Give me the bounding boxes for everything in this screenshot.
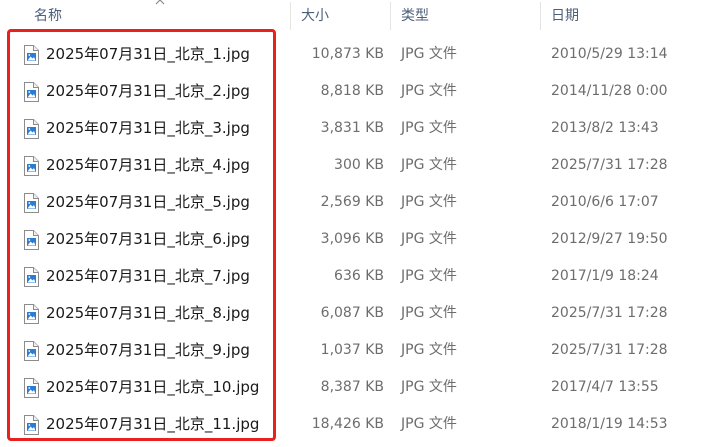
file-name: 2025年07月31日_北京_2.jpg bbox=[46, 82, 250, 100]
column-header-size[interactable]: 大小 bbox=[301, 0, 329, 32]
file-date: 2018/1/19 14:53 bbox=[551, 416, 668, 432]
jpg-file-icon bbox=[23, 193, 39, 213]
jpg-file-icon bbox=[23, 304, 39, 324]
file-type: JPG 文件 bbox=[401, 83, 457, 99]
file-size: 1,037 KB bbox=[320, 342, 384, 358]
file-date: 2010/6/6 17:07 bbox=[551, 194, 659, 210]
column-divider[interactable] bbox=[290, 2, 291, 30]
file-size: 10,873 KB bbox=[311, 46, 384, 62]
file-type: JPG 文件 bbox=[401, 268, 457, 284]
jpg-file-icon bbox=[23, 341, 39, 361]
file-name: 2025年07月31日_北京_8.jpg bbox=[46, 304, 250, 322]
file-type: JPG 文件 bbox=[401, 194, 457, 210]
file-row[interactable]: 2025年07月31日_北京_10.jpg 8,387 KB JPG 文件 2017/… bbox=[0, 369, 720, 406]
file-row[interactable]: 2025年07月31日_北京_6.jpg 3,096 KB JPG 文件 2012/9… bbox=[0, 221, 720, 258]
file-row[interactable]: 2025年07月31日_北京_4.jpg 300 KB JPG 文件 2025/7/3… bbox=[0, 147, 720, 184]
file-row[interactable]: 2025年07月31日_北京_7.jpg 636 KB JPG 文件 2017/1/9… bbox=[0, 258, 720, 295]
jpg-file-icon bbox=[23, 415, 39, 435]
file-date: 2017/4/7 13:55 bbox=[551, 379, 659, 395]
file-date: 2025/7/31 17:28 bbox=[551, 157, 668, 173]
file-name: 2025年07月31日_北京_6.jpg bbox=[46, 230, 250, 248]
file-row[interactable]: 2025年07月31日_北京_11.jpg 18,426 KB JPG 文件 2018… bbox=[0, 406, 720, 443]
file-name: 2025年07月31日_北京_4.jpg bbox=[46, 156, 250, 174]
file-row[interactable]: 2025年07月31日_北京_9.jpg 1,037 KB JPG 文件 2025/7… bbox=[0, 332, 720, 369]
column-header-type[interactable]: 类型 bbox=[401, 0, 429, 32]
jpg-file-icon bbox=[23, 267, 39, 287]
file-date: 2014/11/28 0:00 bbox=[551, 83, 668, 99]
file-type: JPG 文件 bbox=[401, 157, 457, 173]
file-name: 2025年07月31日_北京_1.jpg bbox=[46, 45, 250, 63]
file-name: 2025年07月31日_北京_3.jpg bbox=[46, 119, 250, 137]
jpg-file-icon bbox=[23, 119, 39, 139]
file-date: 2013/8/2 13:43 bbox=[551, 120, 659, 136]
file-row[interactable]: 2025年07月31日_北京_8.jpg 6,087 KB JPG 文件 2025/7… bbox=[0, 295, 720, 332]
file-size: 8,387 KB bbox=[320, 379, 384, 395]
file-row[interactable]: 2025年07月31日_北京_5.jpg 2,569 KB JPG 文件 2010/6… bbox=[0, 184, 720, 221]
column-divider[interactable] bbox=[540, 2, 541, 30]
file-date: 2025/7/31 17:28 bbox=[551, 342, 668, 358]
file-size: 636 KB bbox=[334, 268, 384, 284]
file-size: 18,426 KB bbox=[311, 416, 384, 432]
file-size: 2,569 KB bbox=[320, 194, 384, 210]
jpg-file-icon bbox=[23, 82, 39, 102]
jpg-file-icon bbox=[23, 45, 39, 65]
jpg-file-icon bbox=[23, 378, 39, 398]
file-type: JPG 文件 bbox=[401, 120, 457, 136]
jpg-file-icon bbox=[23, 156, 39, 176]
jpg-file-icon bbox=[23, 230, 39, 250]
column-divider[interactable] bbox=[390, 2, 391, 30]
file-row[interactable]: 2025年07月31日_北京_1.jpg 10,873 KB JPG 文件 2010/… bbox=[0, 36, 720, 73]
file-name: 2025年07月31日_北京_10.jpg bbox=[46, 378, 260, 396]
file-date: 2012/9/27 19:50 bbox=[551, 231, 668, 247]
file-size: 6,087 KB bbox=[320, 305, 384, 321]
file-row[interactable]: 2025年07月31日_北京_3.jpg 3,831 KB JPG 文件 2013/8… bbox=[0, 110, 720, 147]
file-name: 2025年07月31日_北京_5.jpg bbox=[46, 193, 250, 211]
file-type: JPG 文件 bbox=[401, 231, 457, 247]
file-name: 2025年07月31日_北京_7.jpg bbox=[46, 267, 250, 285]
file-size: 8,818 KB bbox=[320, 83, 384, 99]
column-header-date[interactable]: 日期 bbox=[551, 0, 579, 32]
file-type: JPG 文件 bbox=[401, 305, 457, 321]
file-name: 2025年07月31日_北京_11.jpg bbox=[46, 415, 260, 433]
file-type: JPG 文件 bbox=[401, 46, 457, 62]
file-date: 2025/7/31 17:28 bbox=[551, 305, 668, 321]
file-row[interactable]: 2025年07月31日_北京_2.jpg 8,818 KB JPG 文件 2014/1… bbox=[0, 73, 720, 110]
column-header-name[interactable]: 名称 bbox=[34, 0, 62, 32]
file-type: JPG 文件 bbox=[401, 416, 457, 432]
file-size: 3,096 KB bbox=[320, 231, 384, 247]
file-type: JPG 文件 bbox=[401, 342, 457, 358]
file-date: 2017/1/9 18:24 bbox=[551, 268, 659, 284]
file-size: 300 KB bbox=[334, 157, 384, 173]
file-size: 3,831 KB bbox=[320, 120, 384, 136]
file-list: 2025年07月31日_北京_1.jpg 10,873 KB JPG 文件 2010/… bbox=[0, 36, 720, 443]
file-type: JPG 文件 bbox=[401, 379, 457, 395]
column-header-bar: 名称 大小 类型 日期 bbox=[0, 0, 720, 32]
file-date: 2010/5/29 13:14 bbox=[551, 46, 668, 62]
sort-ascending-icon[interactable] bbox=[155, 0, 165, 6]
file-name: 2025年07月31日_北京_9.jpg bbox=[46, 341, 250, 359]
